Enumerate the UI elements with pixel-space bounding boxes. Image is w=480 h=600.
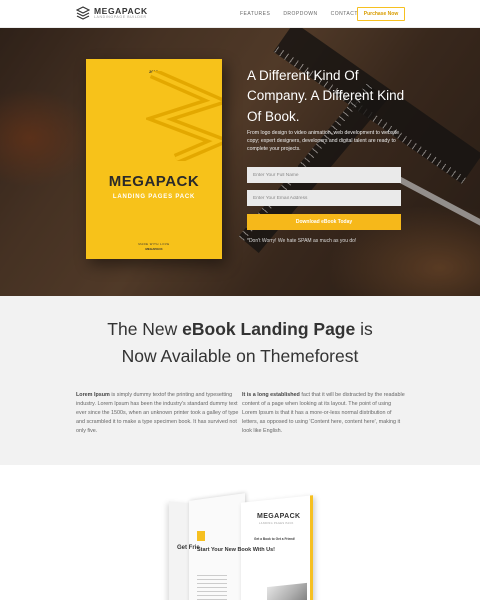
book-page-subheading: Get a Book to Get a Friend! [254,537,296,541]
book-publisher: MEGAPACK [145,247,163,251]
book-made-with: MADE WITH LOVE [138,242,170,246]
download-ebook-button[interactable]: Download eBook Today [247,214,401,230]
email-input[interactable] [247,190,401,206]
ebook-cover: 2016 MEGAPACK LANDING PAGES PACK MADE WI… [86,59,222,259]
book-page-tagline: LANDING PAGES PACK [259,522,294,525]
menu-item-dropdown[interactable]: DROPDOWN [283,11,317,17]
book-page-icon [197,531,205,541]
book-page-heading: Start Your New Book With Us! [197,547,275,553]
book-preview-section: Get Frie Start Your New Book With Us! ME… [0,465,480,600]
intro-column-right: It is a long established fact that it wi… [242,392,405,434]
book-page-text-lines [197,575,227,600]
hero-section: 2016 MEGAPACK LANDING PAGES PACK MADE WI… [0,28,480,296]
logo-tagline: LANDINGPAGE BUILDER [94,15,147,19]
cube-logo-icon [76,6,90,20]
top-navbar: MEGAPACK LANDINGPAGE BUILDER FEATURES DR… [0,0,480,28]
hero-paragraph: From logo design to video animation, web… [247,130,399,153]
menu-item-features[interactable]: FEATURES [240,11,270,17]
full-name-input[interactable] [247,167,401,183]
main-menu: FEATURES DROPDOWN CONTACT [240,11,358,17]
intro-heading: The New eBook Landing Page is Now Availa… [107,319,373,367]
intro-section: The New eBook Landing Page is Now Availa… [0,296,480,465]
purchase-now-button[interactable]: Purchase Now [357,7,405,21]
book-subtitle: LANDING PAGES PACK [112,194,196,200]
logo[interactable]: MEGAPACK LANDINGPAGE BUILDER [76,6,148,20]
book-page-title: MEGAPACK [257,513,301,520]
menu-item-contact[interactable]: CONTACT [331,11,358,17]
book-page-photo [267,582,307,600]
open-book-image: Get Frie Start Your New Book With Us! ME… [163,493,318,600]
spam-note: *Don't Worry! We hate SPAM as much as yo… [247,238,357,244]
book-title: MEGAPACK [108,173,200,190]
hero-heading: A Different Kind Of Company. A Different… [247,68,405,124]
zigzag-graphic [146,71,222,161]
intro-column-left: Lorem Ipsum is simply dummy textof the p… [76,392,239,434]
logo-name: MEGAPACK [94,5,148,16]
